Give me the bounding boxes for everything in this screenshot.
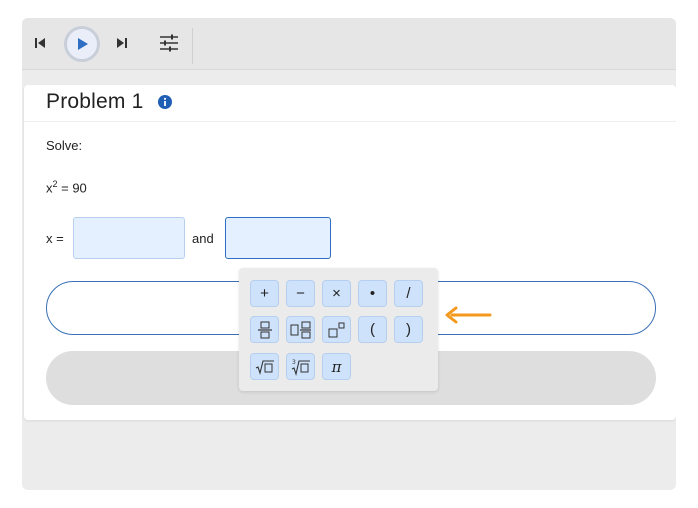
skip-forward-button[interactable] (112, 32, 132, 54)
exponent-icon (328, 322, 344, 337)
problem-header: Problem 1 (24, 85, 676, 122)
mixed-number-icon (290, 321, 311, 338)
key-times[interactable]: × (322, 280, 351, 307)
equation-rest: = 90 (57, 180, 87, 196)
cube-root-icon: 3 (291, 359, 310, 376)
equation: x2 = 90 (46, 179, 87, 195)
conjunction-text: and (192, 231, 214, 246)
play-button[interactable] (64, 26, 100, 62)
key-minus[interactable]: − (286, 280, 315, 307)
key-minus-label: − (296, 285, 305, 302)
key-exponent[interactable] (322, 316, 351, 343)
skip-back-icon (35, 38, 45, 48)
answer-input-2[interactable] (225, 217, 331, 259)
key-open-paren-label: ( (370, 321, 375, 338)
key-pi-label: π (331, 357, 342, 376)
problem-title: Problem 1 (46, 90, 144, 113)
key-divide[interactable]: / (394, 280, 423, 307)
toolbar (22, 18, 676, 70)
key-open-paren[interactable]: ( (358, 316, 387, 343)
skip-forward-icon (117, 38, 127, 48)
instruction-text: Solve: (46, 138, 83, 153)
key-times-label: × (332, 285, 341, 302)
toolbar-divider (192, 28, 193, 64)
key-plus[interactable]: + (250, 280, 279, 307)
arrow-left-icon (445, 306, 492, 324)
skip-back-button[interactable] (30, 32, 50, 54)
play-icon (78, 38, 88, 50)
key-mixed-number[interactable] (286, 316, 315, 343)
key-fraction[interactable] (250, 316, 279, 343)
key-pi[interactable]: π (322, 353, 351, 380)
key-dot-label: • (369, 285, 376, 302)
answer-prefix: x = (46, 231, 64, 246)
svg-text:3: 3 (292, 359, 296, 366)
fraction-icon (257, 321, 272, 338)
key-dot[interactable]: • (358, 280, 387, 307)
key-close-paren-label: ) (406, 321, 411, 338)
key-plus-label: + (260, 285, 269, 302)
settings-button[interactable] (156, 31, 182, 55)
math-keypad: + − × • / ( ) 3 π (239, 268, 438, 391)
key-close-paren[interactable]: ) (394, 316, 423, 343)
answer-input-1[interactable] (73, 217, 185, 259)
key-square-root[interactable] (250, 353, 279, 380)
player-frame: Problem 1 Solve: x2 = 90 x = and (22, 18, 676, 490)
settings-sliders-icon (160, 34, 178, 52)
key-cube-root[interactable]: 3 (286, 353, 315, 380)
info-icon[interactable] (158, 95, 172, 109)
square-root-icon (255, 359, 274, 375)
key-divide-label: / (406, 285, 411, 302)
